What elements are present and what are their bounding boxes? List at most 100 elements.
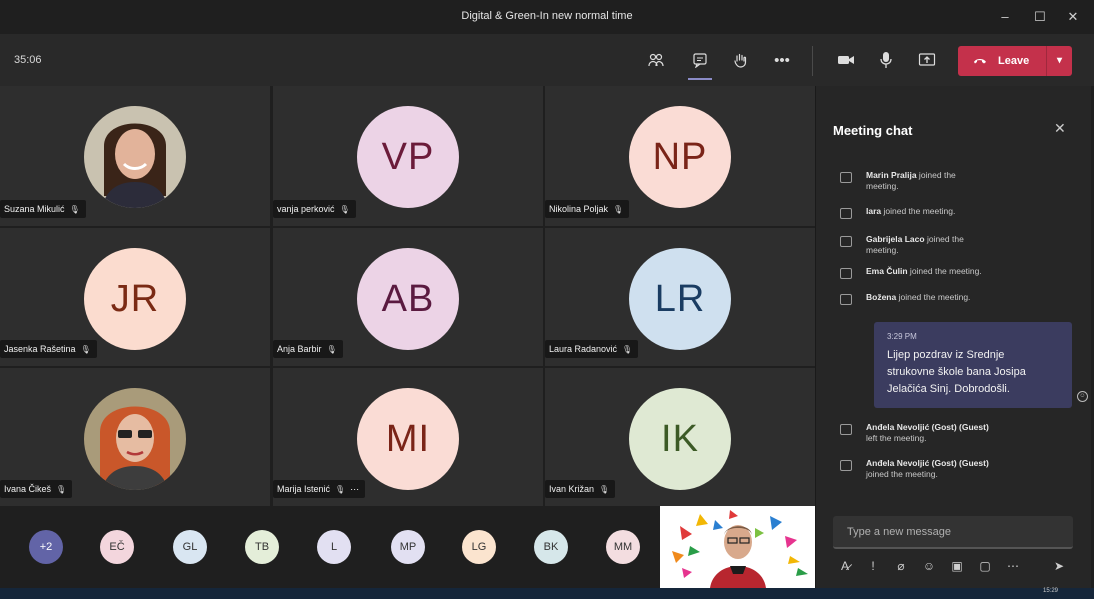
title-bar: Digital & Green-In new normal time – ☐ ✕	[0, 0, 1094, 34]
system-message-name: Gabrijela Laco	[866, 234, 925, 244]
more-compose-icon[interactable]: ⋯	[1004, 559, 1022, 573]
system-message-text: Marin Pralija joined the meeting.	[866, 170, 956, 191]
meeting-timer: 35:06	[14, 54, 42, 66]
muted-mic-icon: 🎙	[622, 344, 633, 354]
strip-participant-avatar[interactable]: BK	[534, 530, 568, 564]
more-options-icon[interactable]: ⋯	[350, 484, 359, 495]
chat-title: Meeting chat	[833, 123, 913, 138]
window-title: Digital & Green-In new normal time	[461, 10, 633, 22]
chevron-down-icon[interactable]: ▾	[1046, 46, 1072, 76]
system-message: Anđela Nevoljić (Gost) (Guest) joined the…	[840, 458, 1040, 480]
system-message-text: Ema Čulin joined the meeting.	[866, 266, 982, 276]
participant-name-tag: Jasenka Rašetina 🎙	[0, 340, 97, 358]
system-message-name: Iara	[866, 206, 882, 216]
strip-participant-avatar[interactable]: EČ	[100, 530, 134, 564]
reaction-icon[interactable]: ☺	[1077, 391, 1088, 402]
join-event-icon	[840, 424, 852, 435]
emoji-icon[interactable]: ☺	[920, 559, 938, 573]
participant-tile[interactable]: AB Anja Barbir 🎙	[273, 228, 543, 366]
maximize-icon[interactable]: ☐	[1025, 6, 1055, 28]
join-event-icon	[840, 208, 852, 219]
participant-name-tag: vanja perković 🎙	[273, 200, 356, 218]
participant-name-tag: Marija Istenić 🎙 ⋯	[273, 480, 366, 498]
participant-tile[interactable]: Ivana Čikeš 🎙	[0, 368, 270, 506]
more-options-icon[interactable]: •••	[768, 48, 796, 72]
participant-tile[interactable]: MI Marija Istenić 🎙 ⋯	[273, 368, 543, 506]
gif-icon[interactable]: ▣	[948, 559, 966, 573]
system-message-text: Iara joined the meeting.	[866, 206, 956, 216]
participant-photo	[84, 388, 186, 490]
format-icon[interactable]: A̷	[836, 559, 854, 573]
attach-icon[interactable]: ⌀	[892, 559, 910, 573]
message-line: strukovne škole bana Josipa	[887, 366, 1026, 378]
participant-name: vanja perković	[277, 204, 335, 214]
important-icon[interactable]: !	[864, 559, 882, 573]
strip-participant-avatar[interactable]: GL	[173, 530, 207, 564]
participant-name: Anja Barbir	[277, 344, 322, 354]
muted-mic-icon: 🎙	[599, 484, 610, 494]
join-event-icon	[840, 172, 852, 183]
system-message: Ema Čulin joined the meeting.	[840, 266, 1040, 279]
participant-tile[interactable]: VP vanja perković 🎙	[273, 86, 543, 226]
participant-avatar: NP	[629, 106, 731, 208]
join-event-icon	[840, 268, 852, 279]
muted-mic-icon: 🎙	[326, 344, 337, 354]
minimize-icon[interactable]: –	[990, 6, 1020, 28]
chat-icon[interactable]	[686, 48, 714, 80]
participant-name: Suzana Mikulić	[4, 204, 65, 214]
muted-mic-icon: 🎙	[80, 344, 91, 354]
sticker-icon[interactable]: ▢	[976, 559, 994, 573]
camera-icon[interactable]	[832, 48, 860, 72]
participant-name-tag: Anja Barbir 🎙	[273, 340, 343, 358]
self-video	[660, 506, 815, 588]
strip-participant-avatar[interactable]: TB	[245, 530, 279, 564]
participant-name: Ivan Križan	[549, 484, 595, 494]
participant-tile[interactable]: JR Jasenka Rašetina 🎙	[0, 228, 270, 366]
message-line: Jelačića Sinj. Dobrodošli.	[887, 383, 1010, 395]
muted-mic-icon: 🎙	[613, 204, 624, 214]
phone-hangup-icon	[972, 55, 988, 67]
participant-name: Nikolina Poljak	[549, 204, 609, 214]
system-message: Gabrijela Laco joined the meeting.	[840, 234, 1040, 256]
muted-mic-icon: 🎙	[339, 204, 350, 214]
close-window-icon[interactable]: ✕	[1058, 6, 1088, 28]
toolbar-divider	[812, 46, 813, 76]
leave-button[interactable]: Leave ▾	[958, 46, 1072, 76]
system-message: Anđela Nevoljić (Gost) (Guest) left the m…	[840, 422, 1040, 444]
strip-participant-avatar[interactable]: MM	[606, 530, 640, 564]
system-message: Božena joined the meeting.	[840, 292, 1040, 305]
chat-message-bubble[interactable]: 3:29 PM Lijep pozdrav iz Srednje strukov…	[874, 322, 1072, 408]
participant-name-tag: Laura Radanović 🎙	[545, 340, 639, 358]
close-chat-icon[interactable]: ✕	[1054, 120, 1066, 137]
strip-participant-avatar[interactable]: +2	[29, 530, 63, 564]
muted-mic-icon: 🎙	[69, 204, 80, 214]
send-icon[interactable]: ➤	[1050, 559, 1068, 573]
microphone-icon[interactable]	[872, 48, 900, 72]
system-message-text: Gabrijela Laco joined the meeting.	[866, 234, 964, 255]
message-line: Lijep pozdrav iz Srednje	[887, 349, 1005, 361]
participant-tile[interactable]: IK Ivan Križan 🎙	[545, 368, 815, 506]
message-input[interactable]	[833, 516, 1073, 547]
system-message-name: Božena	[866, 292, 897, 302]
strip-participant-avatar[interactable]: LG	[462, 530, 496, 564]
system-message-text: Božena joined the meeting.	[866, 292, 971, 302]
participant-avatar: VP	[357, 106, 459, 208]
participant-name-tag: Ivana Čikeš 🎙	[0, 480, 73, 498]
strip-participant-avatar[interactable]: L	[317, 530, 351, 564]
participant-avatar: IK	[629, 388, 731, 490]
participant-tile[interactable]: NP Nikolina Poljak 🎙	[545, 86, 815, 226]
participant-tile[interactable]: LR Laura Radanović 🎙	[545, 228, 815, 366]
participant-name-tag: Ivan Križan 🎙	[545, 480, 616, 498]
message-compose-box[interactable]	[833, 516, 1073, 549]
participants-icon[interactable]	[642, 48, 670, 72]
participant-tile[interactable]: Suzana Mikulić 🎙	[0, 86, 270, 226]
system-message-name: Anđela Nevoljić (Gost) (Guest)	[866, 422, 989, 432]
participant-avatar: MI	[357, 388, 459, 490]
participant-name: Laura Radanović	[549, 344, 618, 354]
raise-hand-icon[interactable]	[726, 48, 754, 72]
leave-label: Leave	[998, 55, 1030, 67]
message-text: Lijep pozdrav iz Srednje strukovne škole…	[887, 347, 1059, 398]
strip-participant-avatar[interactable]: MP	[391, 530, 425, 564]
share-screen-icon[interactable]	[913, 48, 941, 72]
participant-name: Marija Istenić	[277, 484, 331, 494]
